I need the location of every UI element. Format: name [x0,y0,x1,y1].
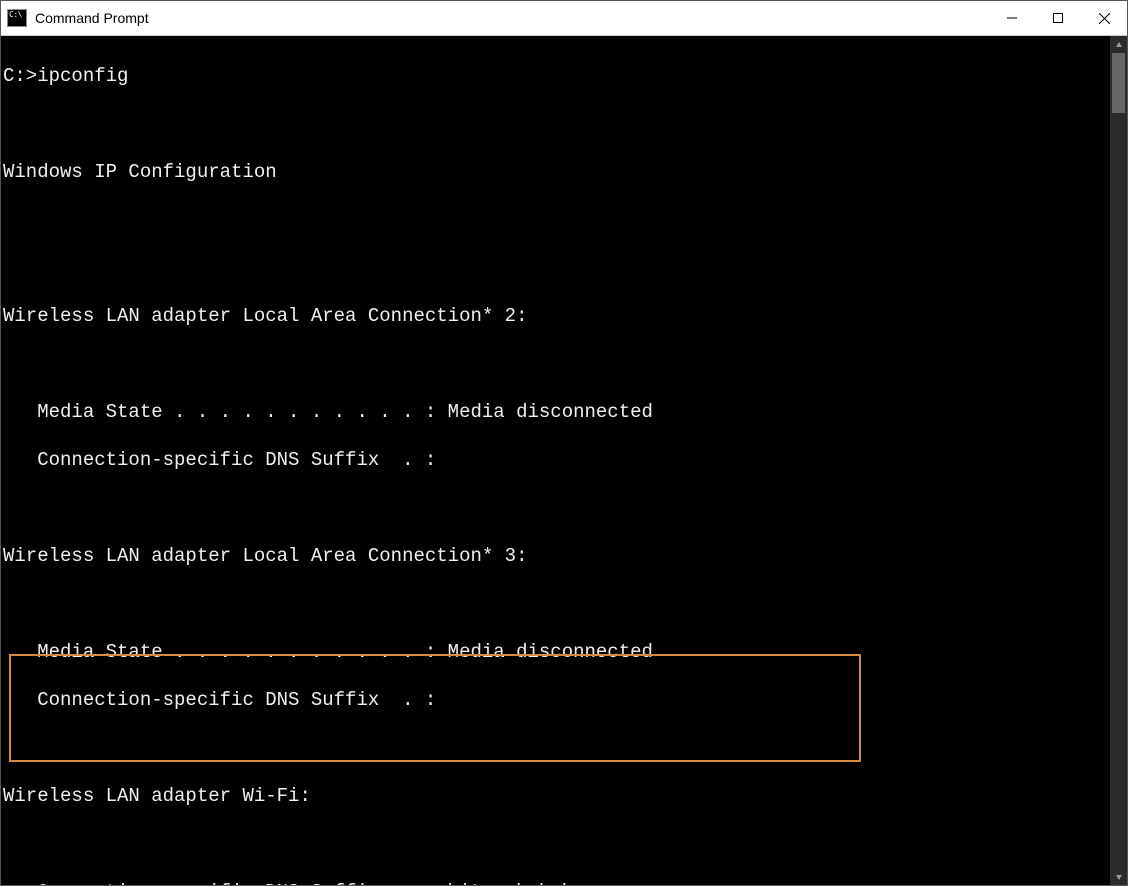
terminal-line: Connection-specific DNS Suffix . : [3,688,1110,712]
terminal-line: Media State . . . . . . . . . . . : Medi… [3,640,1110,664]
titlebar[interactable]: Command Prompt [1,1,1127,36]
terminal-line [3,736,1110,760]
terminal-line [3,208,1110,232]
terminal-line [3,112,1110,136]
terminal-line: Media State . . . . . . . . . . . : Medi… [3,400,1110,424]
scroll-down-arrow-icon[interactable] [1110,868,1127,885]
terminal-line: Windows IP Configuration [3,160,1110,184]
terminal-line: Wireless LAN adapter Wi-Fi: [3,784,1110,808]
scroll-thumb[interactable] [1112,53,1125,113]
maximize-button[interactable] [1035,1,1081,35]
minimize-button[interactable] [989,1,1035,35]
terminal-line: C:>ipconfig [3,64,1110,88]
terminal-line [3,496,1110,520]
terminal-line: Connection-specific DNS Suffix . : hitro… [3,880,1110,885]
window-title: Command Prompt [35,10,149,26]
terminal-line [3,592,1110,616]
cmd-icon [7,9,27,27]
client-area: C:>ipconfig Windows IP Configuration Wir… [1,36,1127,885]
command-prompt-window: Command Prompt C:>ipconfig Windows IP Co… [0,0,1128,886]
terminal-output[interactable]: C:>ipconfig Windows IP Configuration Wir… [1,36,1110,885]
scroll-up-arrow-icon[interactable] [1110,36,1127,53]
terminal-line: Wireless LAN adapter Local Area Connecti… [3,544,1110,568]
close-button[interactable] [1081,1,1127,35]
vertical-scrollbar[interactable] [1110,36,1127,885]
terminal-line [3,256,1110,280]
terminal-line [3,832,1110,856]
terminal-line: Connection-specific DNS Suffix . : [3,448,1110,472]
terminal-line [3,352,1110,376]
terminal-line: Wireless LAN adapter Local Area Connecti… [3,304,1110,328]
